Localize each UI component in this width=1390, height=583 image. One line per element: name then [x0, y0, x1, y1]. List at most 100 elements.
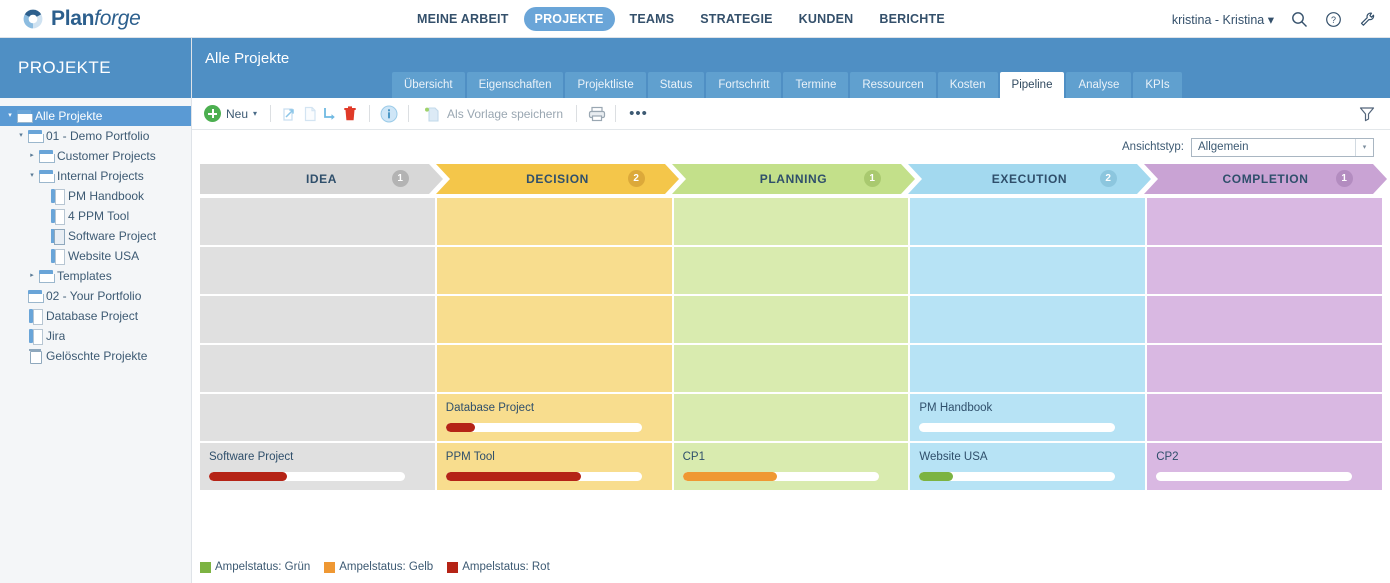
- settings-wrench-icon[interactable]: [1359, 11, 1376, 28]
- pipeline-cell[interactable]: [910, 296, 1146, 343]
- tab-termine[interactable]: Termine: [783, 72, 849, 98]
- pipeline-cell[interactable]: [673, 296, 909, 343]
- pipeline-cell[interactable]: [200, 345, 435, 392]
- app-logo[interactable]: Planforge: [22, 7, 222, 31]
- nav-item-teams[interactable]: TEAMS: [619, 7, 686, 31]
- pipeline-card-title[interactable]: CP2: [1156, 451, 1178, 463]
- pipeline-cell[interactable]: [436, 198, 672, 245]
- move-project-icon[interactable]: [280, 104, 300, 124]
- pipeline-stage-header-decision[interactable]: DECISION 2: [436, 164, 679, 194]
- sidebar-item-alle-projekte[interactable]: ▾ Alle Projekte: [0, 106, 191, 126]
- twisty-collapsed-icon[interactable]: ▸: [26, 146, 38, 166]
- pipeline-card-title[interactable]: Software Project: [209, 451, 293, 463]
- nav-item-kunden[interactable]: KUNDEN: [788, 7, 865, 31]
- pipeline-cell[interactable]: [436, 296, 672, 343]
- twisty-expanded-icon[interactable]: ▾: [4, 106, 16, 126]
- search-icon[interactable]: [1291, 11, 1308, 28]
- pipeline-stage-header-execution[interactable]: EXECUTION 2: [908, 164, 1151, 194]
- sidebar-item-pm-handbook[interactable]: PM Handbook: [0, 186, 191, 206]
- pipeline-cell[interactable]: [200, 247, 435, 294]
- pipeline-cell[interactable]: [1147, 198, 1382, 245]
- help-icon[interactable]: ?: [1325, 11, 1342, 28]
- tab-eigenschaften[interactable]: Eigenschaften: [466, 72, 564, 98]
- twisty-expanded-icon[interactable]: ▾: [15, 126, 27, 146]
- pipeline-card[interactable]: CP1: [673, 443, 909, 490]
- tab-fortschritt[interactable]: Fortschritt: [706, 72, 782, 98]
- save-as-template-button[interactable]: Als Vorlage speichern: [418, 104, 567, 124]
- tab-status[interactable]: Status: [647, 72, 705, 98]
- pipeline-card[interactable]: PM Handbook: [910, 394, 1146, 441]
- sidebar-item-02-your-portfolio[interactable]: 02 - Your Portfolio: [0, 286, 191, 306]
- pipeline-card[interactable]: Database Project: [436, 394, 672, 441]
- pipeline-stage-header-planning[interactable]: PLANNING 1: [672, 164, 915, 194]
- sidebar-item-templates[interactable]: ▸ Templates: [0, 266, 191, 286]
- tab--bersicht[interactable]: Übersicht: [392, 72, 465, 98]
- pipeline-card-title[interactable]: PM Handbook: [919, 402, 992, 414]
- tab-projektliste[interactable]: Projektliste: [565, 72, 646, 98]
- sidebar-item-01-demo-portfolio[interactable]: ▾ 01 - Demo Portfolio: [0, 126, 191, 146]
- sidebar-item-4-ppm-tool[interactable]: 4 PPM Tool: [0, 206, 191, 226]
- more-options-icon[interactable]: •••: [625, 106, 652, 121]
- tab-kpis[interactable]: KPIs: [1133, 72, 1182, 98]
- indent-project-icon[interactable]: [320, 104, 340, 124]
- stage-count-badge: 2: [628, 170, 645, 187]
- tab-ressourcen[interactable]: Ressourcen: [850, 72, 936, 98]
- sidebar-item-jira[interactable]: Jira: [0, 326, 191, 346]
- pipeline-card-title[interactable]: PPM Tool: [446, 451, 495, 463]
- page-title: Alle Projekte: [205, 50, 290, 67]
- pipeline-cell[interactable]: [200, 296, 435, 343]
- pipeline-stage-header-idea[interactable]: IDEA 1: [200, 164, 443, 194]
- pipeline-cell[interactable]: [1147, 247, 1382, 294]
- pipeline-cell[interactable]: [910, 198, 1146, 245]
- sidebar-item-internal-projects[interactable]: ▾ Internal Projects: [0, 166, 191, 186]
- chevron-down-icon: ▾: [253, 109, 258, 118]
- delete-project-icon[interactable]: [340, 104, 360, 124]
- pipeline-card-title[interactable]: Database Project: [446, 402, 534, 414]
- nav-item-strategie[interactable]: STRATEGIE: [689, 7, 783, 31]
- top-bar: Planforge MEINE ARBEIT PROJEKTE TEAMS STRAT…: [0, 0, 1390, 38]
- pipeline-cell[interactable]: [673, 394, 909, 441]
- viewtype-select[interactable]: Allgemein ▾: [1191, 137, 1374, 157]
- project-icon: [27, 309, 43, 325]
- tab-analyse[interactable]: Analyse: [1066, 72, 1132, 98]
- pipeline-card-title[interactable]: Website USA: [919, 451, 987, 463]
- pipeline-card[interactable]: PPM Tool: [436, 443, 672, 490]
- pipeline-card-title[interactable]: CP1: [683, 451, 705, 463]
- pipeline-cell[interactable]: [910, 345, 1146, 392]
- sidebar-item-database-project[interactable]: Database Project: [0, 306, 191, 326]
- new-button[interactable]: Neu ▾: [200, 105, 261, 122]
- tab-kosten[interactable]: Kosten: [937, 72, 998, 98]
- info-icon[interactable]: [379, 104, 399, 124]
- pipeline-card[interactable]: Website USA: [910, 443, 1146, 490]
- twisty-collapsed-icon[interactable]: ▸: [26, 266, 38, 286]
- print-icon[interactable]: [586, 104, 606, 124]
- pipeline-cell[interactable]: [436, 345, 672, 392]
- nav-item-berichte[interactable]: BERICHTE: [868, 7, 956, 31]
- pipeline-cell[interactable]: [673, 345, 909, 392]
- pipeline-stage-header-completion[interactable]: COMPLETION 1: [1144, 164, 1387, 194]
- sidebar-item-software-project[interactable]: Software Project: [0, 226, 191, 246]
- user-menu[interactable]: kristina - Kristina ▾: [1172, 12, 1274, 27]
- tab-pipeline[interactable]: Pipeline: [999, 72, 1065, 98]
- pipeline-card[interactable]: Software Project: [200, 443, 435, 490]
- legend-label: Ampelstatus: Grün: [215, 561, 311, 573]
- nav-item-projekte[interactable]: PROJEKTE: [523, 6, 615, 31]
- pipeline-cell[interactable]: [200, 198, 435, 245]
- nav-item-meine-arbeit[interactable]: MEINE ARBEIT: [406, 7, 520, 31]
- pipeline-cell[interactable]: [200, 394, 435, 441]
- sidebar-item-customer-projects[interactable]: ▸ Customer Projects: [0, 146, 191, 166]
- pipeline-cell[interactable]: [910, 247, 1146, 294]
- sidebar-item-gel-schte-projekte[interactable]: Gelöschte Projekte: [0, 346, 191, 366]
- filter-funnel-icon[interactable]: [1358, 105, 1376, 128]
- pipeline-cell[interactable]: [1147, 296, 1382, 343]
- copy-project-icon[interactable]: [300, 104, 320, 124]
- pipeline-cell[interactable]: [1147, 394, 1382, 441]
- pipeline-card[interactable]: CP2: [1147, 443, 1382, 490]
- pipeline-cell[interactable]: [436, 247, 672, 294]
- sidebar-item-website-usa[interactable]: Website USA: [0, 246, 191, 266]
- legend-item: Ampelstatus: Gelb: [324, 561, 433, 573]
- pipeline-cell[interactable]: [673, 198, 909, 245]
- pipeline-cell[interactable]: [1147, 345, 1382, 392]
- twisty-expanded-icon[interactable]: ▾: [26, 166, 38, 186]
- pipeline-cell[interactable]: [673, 247, 909, 294]
